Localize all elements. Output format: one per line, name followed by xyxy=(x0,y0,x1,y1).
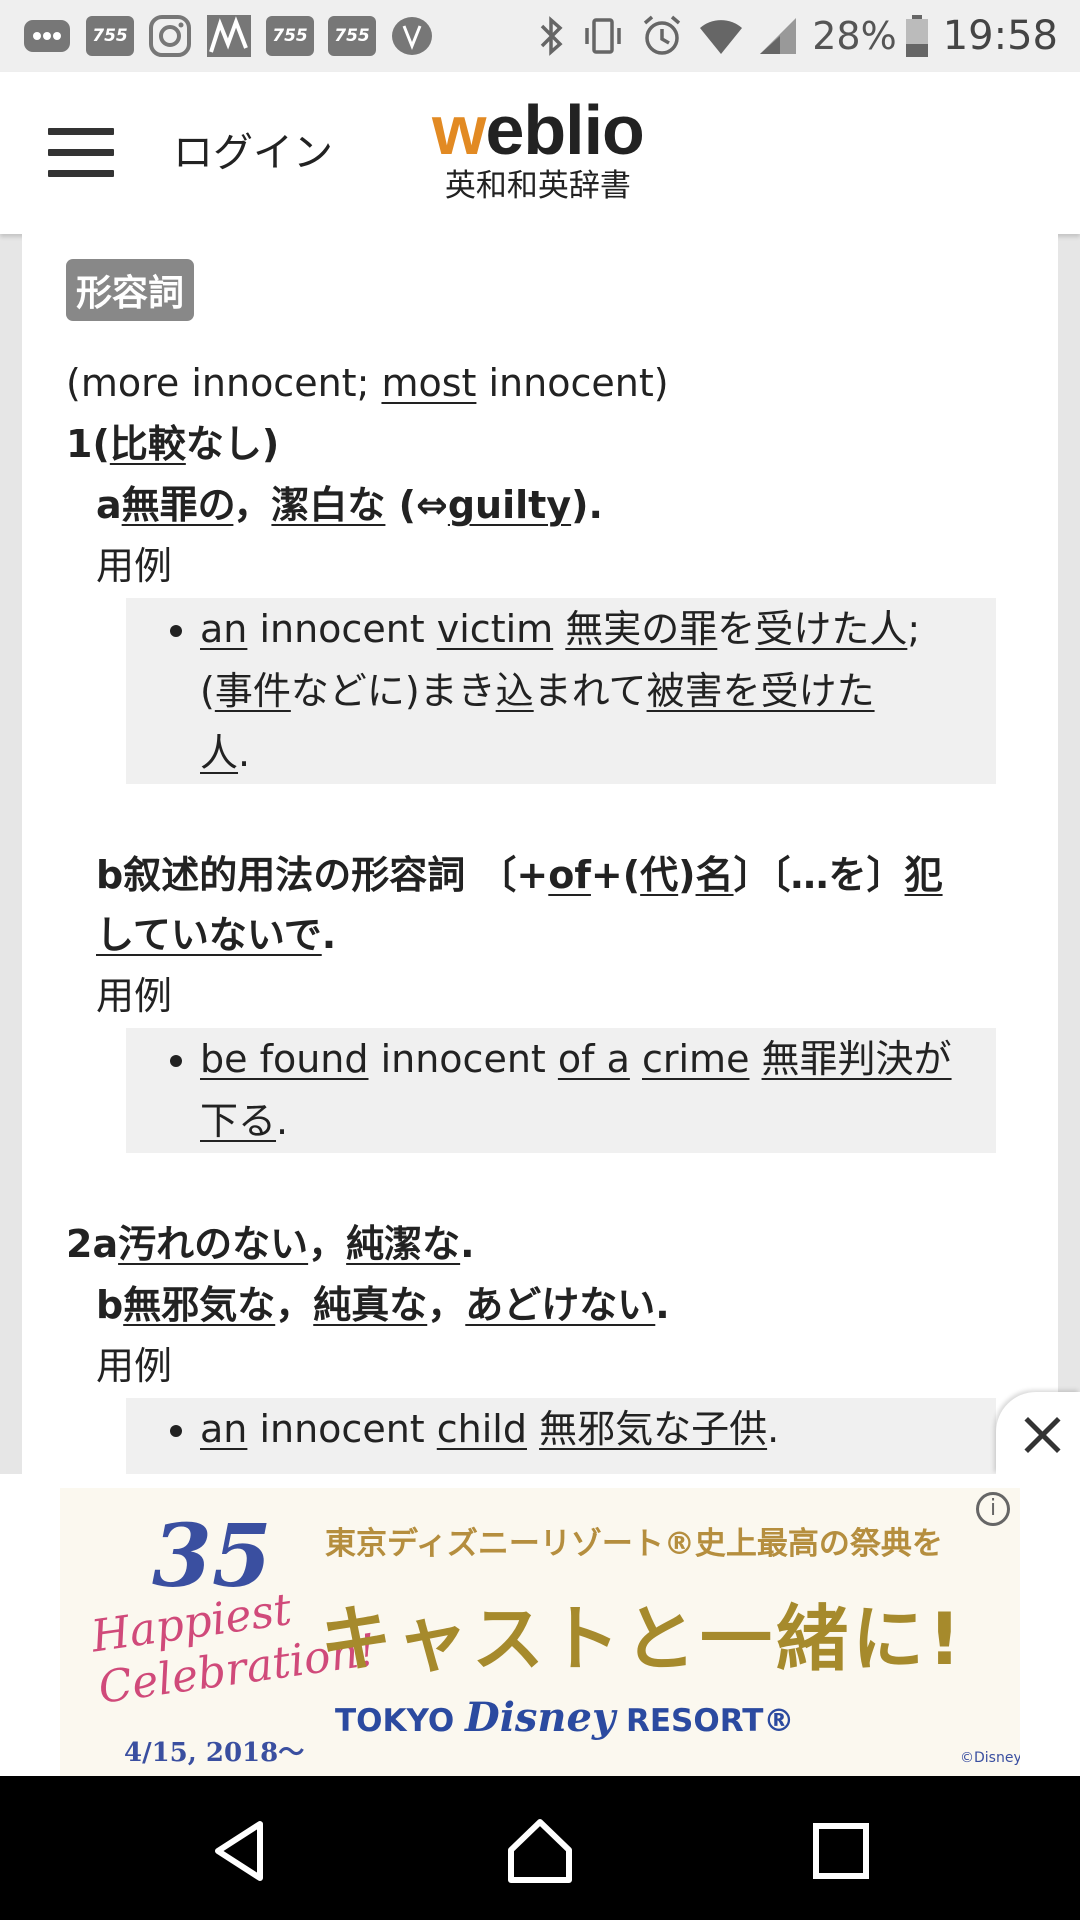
link-be-found[interactable]: be found xyxy=(200,1037,369,1081)
link-jiken[interactable]: 事件 xyxy=(215,669,291,713)
link-komu[interactable]: 込 xyxy=(496,669,534,713)
wifi-icon xyxy=(698,16,744,56)
ad-close-button[interactable] xyxy=(996,1392,1080,1474)
ad-creative[interactable]: 35 Happiest Celebration! 4/15, 2018～ 東京ディ… xyxy=(60,1488,1020,1776)
alarm-icon xyxy=(640,14,684,58)
755-app-icon: 755 xyxy=(328,16,376,56)
logo-eblio: eblio xyxy=(485,91,644,169)
part-of-speech-badge: 形容詞 xyxy=(66,259,195,321)
ad-resort-logo: TOKYO Disney RESORT® xyxy=(335,1694,795,1741)
logo-w: w xyxy=(432,91,486,169)
back-button[interactable] xyxy=(206,1816,276,1886)
link-shiteinaide[interactable]: していないで xyxy=(96,913,322,957)
clock: 19:58 xyxy=(942,13,1058,59)
sense-1b-definition: b叙述的用法の形容詞 〔+of+(代)名〕〔…を〕犯 xyxy=(96,853,943,897)
bluetooth-icon xyxy=(538,14,566,58)
weblio-logo[interactable]: weblio 英和和英辞書 xyxy=(432,91,645,204)
inflection-forms: (more innocent; most innocent) xyxy=(66,361,669,405)
ad-copyright: ©Disney xyxy=(960,1750,1020,1766)
example-item: be found innocent of a crime 無罪判決が下る. xyxy=(200,1028,996,1152)
link-of-a[interactable]: of a xyxy=(558,1037,630,1081)
link-dai[interactable]: 代 xyxy=(640,853,678,897)
instagram-icon xyxy=(148,14,192,58)
ad-banner: 35 Happiest Celebration! 4/15, 2018～ 東京ディ… xyxy=(0,1474,1080,1776)
example-item: an innocent victim 無実の罪を受けた人;(事件などに)まき込ま… xyxy=(200,598,996,784)
battery-icon xyxy=(905,14,929,58)
example-label: 用例 xyxy=(96,544,173,588)
shield-app-icon xyxy=(390,14,434,58)
example-box: an innocent child 無邪気な子供. xyxy=(126,1398,996,1474)
logo-subtitle: 英和和英辞書 xyxy=(444,168,631,204)
link-an[interactable]: an xyxy=(200,607,247,651)
ad-date: 4/15, 2018～ xyxy=(124,1738,305,1768)
755-app-icon: 755 xyxy=(266,16,314,56)
link-guilty[interactable]: guilty xyxy=(448,483,571,527)
example-label: 用例 xyxy=(96,1344,173,1388)
example-label: 用例 xyxy=(96,974,173,1018)
ad-info-icon[interactable]: i xyxy=(976,1492,1010,1526)
link-hikaku[interactable]: 比較 xyxy=(110,422,186,466)
link-okasu[interactable]: 犯 xyxy=(905,853,943,897)
link-adokenai[interactable]: あどけない xyxy=(465,1283,655,1327)
home-button[interactable] xyxy=(505,1816,575,1886)
link-mujaki-na-kodomo[interactable]: 無邪気な子供 xyxy=(539,1407,767,1451)
link-child[interactable]: child xyxy=(437,1407,527,1451)
dictionary-entry: 形容詞 (more innocent; most innocent) 1(比較な… xyxy=(22,234,1058,1474)
example-box: be found innocent of a crime 無罪判決が下る. xyxy=(126,1028,996,1153)
link-junshin[interactable]: 純真な xyxy=(313,1283,427,1327)
link-mujitsu-no-tsumi[interactable]: 無実の罪 xyxy=(565,607,717,651)
link-muzai-hanketsu-ga[interactable]: 無罪判決が xyxy=(762,1037,952,1081)
link-hito[interactable]: 人 xyxy=(200,731,238,775)
example-box: an innocent victim 無実の罪を受けた人;(事件などに)まき込ま… xyxy=(126,598,996,784)
stock-chart-icon xyxy=(206,14,252,58)
sense-2a-definition: 2a汚れのない，純潔な. xyxy=(66,1222,475,1266)
link-crime[interactable]: crime xyxy=(642,1037,749,1081)
login-link[interactable]: ログイン xyxy=(173,120,333,178)
recents-button[interactable] xyxy=(806,1816,876,1886)
messages-icon xyxy=(22,16,72,56)
link-of[interactable]: of xyxy=(548,853,591,897)
battery-percent: 28% xyxy=(812,14,897,58)
link-junketsu[interactable]: 純潔な xyxy=(346,1222,460,1266)
link-most[interactable]: most xyxy=(381,361,476,405)
android-nav-bar xyxy=(0,1776,1080,1920)
vibrate-icon xyxy=(580,14,626,58)
site-header: ログイン weblio 英和和英辞書 xyxy=(0,72,1080,234)
link-mei[interactable]: 名 xyxy=(696,853,734,897)
sense-2b-definition: b無邪気な，純真な，あどけない. xyxy=(96,1283,670,1327)
link-keppaku[interactable]: 潔白な xyxy=(271,483,385,527)
link-victim[interactable]: victim xyxy=(437,607,553,651)
example-item: an innocent child 無邪気な子供. xyxy=(200,1398,996,1460)
sense-1b-definition-cont: していないで. xyxy=(96,913,337,957)
ad-headline: 東京ディズニーリゾート®史上最高の祭典を xyxy=(325,1526,943,1562)
755-app-icon: 755 xyxy=(86,16,134,56)
link-kudaru[interactable]: 下る xyxy=(200,1099,276,1143)
link-uketa-hito[interactable]: 受けた人 xyxy=(755,607,907,651)
sense-1a-definition: a無罪の，潔白な (⇔guilty). xyxy=(96,483,603,527)
ad-main-text: キャストと一緒に! xyxy=(320,1597,965,1681)
link-an[interactable]: an xyxy=(200,1407,247,1451)
hamburger-menu-button[interactable] xyxy=(48,128,114,178)
link-mujaki[interactable]: 無邪気な xyxy=(123,1283,275,1327)
link-muzai[interactable]: 無罪の xyxy=(122,483,234,527)
link-higai-wo-uketa[interactable]: 被害を受けた xyxy=(647,669,875,713)
status-bar: 755 755 755 28% 19:58 xyxy=(0,0,1080,72)
signal-icon xyxy=(758,16,798,56)
link-kegare-no-nai[interactable]: 汚れのない xyxy=(118,1222,308,1266)
sense-1-heading: 1(比較なし) xyxy=(66,422,280,466)
